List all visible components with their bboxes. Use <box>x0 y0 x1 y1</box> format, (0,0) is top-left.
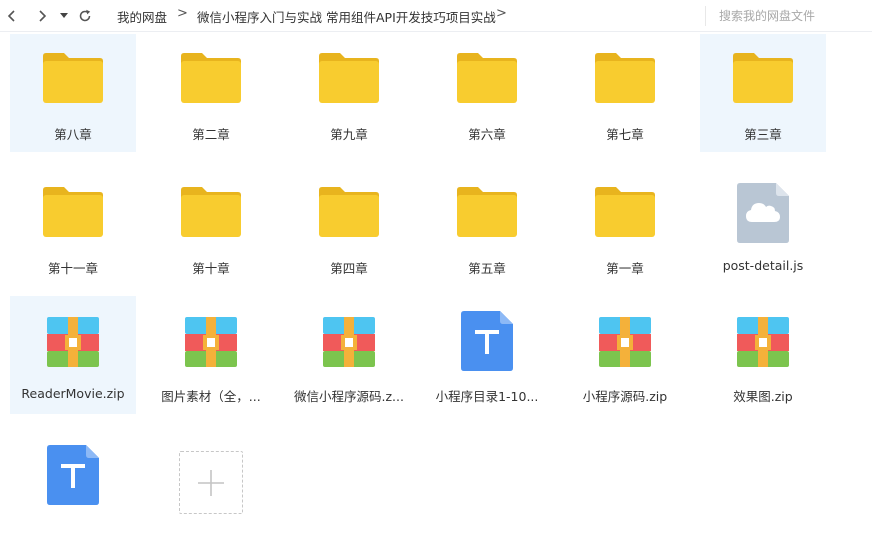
folder-icon <box>562 52 688 122</box>
file-item[interactable]: ReaderMovie.zip <box>10 296 136 414</box>
file-name: 小程序目录1-10... <box>435 389 539 404</box>
file-item[interactable]: 效果图.zip <box>700 296 826 414</box>
file-name: 第十一章 <box>47 261 98 276</box>
file-item[interactable]: 微信小程序源码.z... <box>286 296 412 414</box>
file-grid: 第八章 第二章 第九章 第六章 第七章 第三章第十一章 第十章 第四章 第五章 第一章 post-d… <box>0 34 872 528</box>
plus-icon <box>198 469 224 496</box>
folder-icon <box>286 186 412 256</box>
file-name: 第三章 <box>744 127 782 142</box>
text-document-icon <box>424 310 550 380</box>
breadcrumb-separator: > <box>177 6 188 21</box>
file-name: 第五章 <box>468 261 506 276</box>
folder-icon <box>148 52 274 122</box>
text-document-icon <box>10 444 136 514</box>
zip-archive-icon <box>562 316 688 386</box>
back-button[interactable] <box>2 6 22 26</box>
folder-icon <box>700 52 826 122</box>
folder-item[interactable]: 第十一章 <box>10 168 136 286</box>
breadcrumb-item-current[interactable]: 微信小程序入门与实战 常用组件API开发技巧项目实战 <box>197 7 496 26</box>
folder-item[interactable]: 第三章 <box>700 34 826 152</box>
zip-archive-icon <box>148 316 274 386</box>
file-name: post-detail.js <box>722 258 804 273</box>
folder-item[interactable]: 第十章 <box>148 168 274 286</box>
refresh-button[interactable] <box>75 6 95 26</box>
file-name: 图片素材（全，... <box>161 389 261 404</box>
folder-item[interactable]: 第二章 <box>148 34 274 152</box>
folder-item[interactable]: 第七章 <box>562 34 688 152</box>
breadcrumb-item-root[interactable]: 我的网盘 <box>117 7 167 26</box>
file-name: 第八章 <box>54 127 92 142</box>
folder-icon <box>10 52 136 122</box>
cloud-file-icon <box>700 182 826 252</box>
file-name: 第四章 <box>330 261 368 276</box>
zip-archive-icon <box>700 316 826 386</box>
file-item[interactable] <box>10 430 136 548</box>
file-name: 第六章 <box>468 127 506 142</box>
file-name: 第七章 <box>606 127 644 142</box>
folder-icon <box>562 186 688 256</box>
caret-down-icon <box>60 13 68 18</box>
folder-item[interactable]: 第一章 <box>562 168 688 286</box>
folder-item[interactable]: 第九章 <box>286 34 412 152</box>
folder-icon <box>424 52 550 122</box>
file-name: 小程序源码.zip <box>582 389 668 404</box>
breadcrumb-separator: > <box>496 6 507 21</box>
folder-item[interactable]: 第五章 <box>424 168 550 286</box>
folder-item[interactable]: 第四章 <box>286 168 412 286</box>
file-name: 第九章 <box>330 127 368 142</box>
chevron-right-icon <box>39 10 47 22</box>
folder-item[interactable]: 第六章 <box>424 34 550 152</box>
add-file-button[interactable] <box>179 451 243 514</box>
folder-item[interactable]: 第八章 <box>10 34 136 152</box>
refresh-icon <box>79 9 91 22</box>
file-item[interactable]: post-detail.js <box>700 168 826 286</box>
search-input[interactable] <box>705 6 865 26</box>
zip-archive-icon <box>286 316 412 386</box>
file-name: 第二章 <box>192 127 230 142</box>
folder-icon <box>424 186 550 256</box>
chevron-left-icon <box>7 10 15 22</box>
file-item[interactable]: 图片素材（全，... <box>148 296 274 414</box>
file-name: 效果图.zip <box>733 389 793 404</box>
file-name: 第一章 <box>606 261 644 276</box>
file-item[interactable]: 小程序源码.zip <box>562 296 688 414</box>
toolbar: 我的网盘 > 微信小程序入门与实战 常用组件API开发技巧项目实战 > <box>0 0 872 32</box>
file-name: ReaderMovie.zip <box>21 386 125 401</box>
file-item[interactable]: 小程序目录1-10... <box>424 296 550 414</box>
file-name: 微信小程序源码.z... <box>294 389 404 404</box>
zip-archive-icon <box>10 316 136 386</box>
folder-icon <box>148 186 274 256</box>
file-name: 第十章 <box>192 261 230 276</box>
folder-icon <box>286 52 412 122</box>
history-dropdown-button[interactable] <box>55 6 73 26</box>
forward-button[interactable] <box>32 6 52 26</box>
folder-icon <box>10 186 136 256</box>
